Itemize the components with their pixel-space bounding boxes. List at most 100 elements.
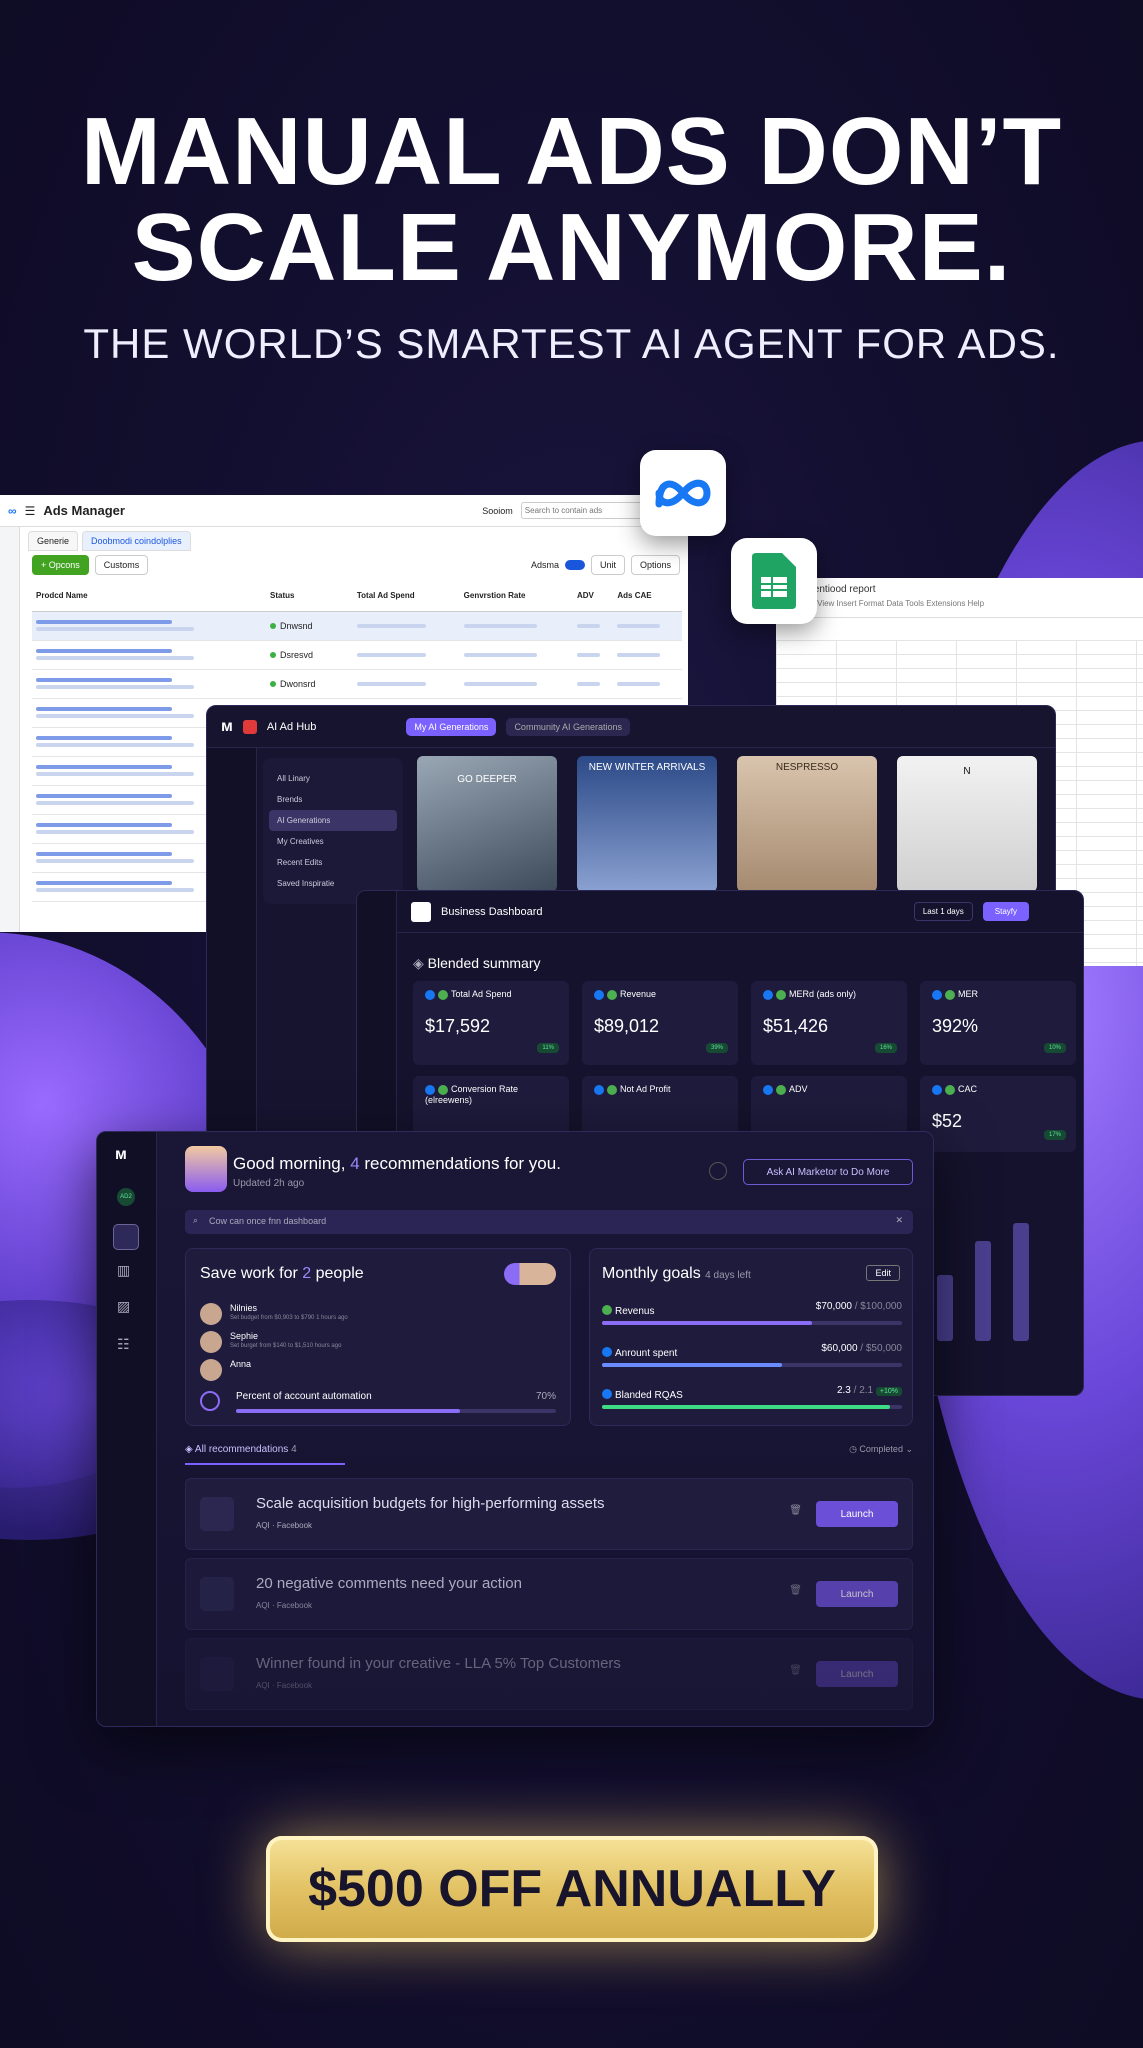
product-sub-bar bbox=[36, 656, 195, 660]
recommendation-card[interactable]: Winner found in your creative - LLA 5% T… bbox=[185, 1638, 913, 1710]
adsma-toggle-label: Adsma bbox=[530, 560, 559, 570]
ai-hub-menu: All Linary Brends AI Generations My Crea… bbox=[263, 758, 403, 904]
tab-active[interactable]: Doobmodi coindolplies bbox=[82, 531, 191, 551]
google-ads-icon bbox=[607, 989, 617, 1000]
tab-my-ai-generations[interactable]: My AI Generations bbox=[406, 717, 497, 736]
person-avatar bbox=[200, 1331, 222, 1353]
person-row[interactable]: Anna bbox=[200, 1359, 540, 1383]
customs-button[interactable]: Customs bbox=[94, 555, 149, 575]
rec-icon bbox=[200, 1577, 234, 1611]
share-button[interactable]: Stayfy bbox=[982, 902, 1029, 921]
toggle[interactable] bbox=[564, 560, 585, 570]
menu-ai-generations[interactable]: AI Generations bbox=[269, 810, 397, 831]
goal-label: Blanded RQAS bbox=[615, 1390, 683, 1401]
creative-thumb-2[interactable]: NEW WINTER ARRIVALS bbox=[577, 756, 717, 892]
spend-cell bbox=[352, 640, 460, 670]
creative-thumb-3[interactable]: NESPRESSO bbox=[737, 756, 877, 892]
home-icon[interactable] bbox=[113, 1224, 139, 1250]
card-change-badge: 39% bbox=[705, 1043, 728, 1053]
goal-icon bbox=[602, 1346, 612, 1357]
product-name-bar bbox=[36, 678, 172, 682]
rec-icon bbox=[200, 1657, 234, 1691]
ask-ai-button[interactable]: Ask AI Marketor to Do More bbox=[743, 1159, 913, 1185]
menu-all-library[interactable]: All Linary bbox=[269, 768, 397, 789]
table-row[interactable]: Dsresvd bbox=[32, 640, 682, 670]
summary-card[interactable]: Total Ad Spend $17,592 11% bbox=[413, 981, 569, 1065]
rec-title: Winner found in your creative - LLA 5% T… bbox=[256, 1655, 621, 1672]
trash-icon[interactable]: 🗑 bbox=[789, 1665, 802, 1676]
menu-brands[interactable]: Brends bbox=[269, 789, 397, 810]
recommendation-card[interactable]: 20 negative comments need your action AQI… bbox=[185, 1558, 913, 1630]
sliders-icon[interactable]: ☷ bbox=[117, 1336, 130, 1353]
ads-manager-title: Ads Manager bbox=[43, 503, 125, 518]
card-value: $52 bbox=[932, 1110, 963, 1131]
options-select[interactable]: Options bbox=[630, 555, 680, 575]
image-icon[interactable]: ▨ bbox=[117, 1298, 130, 1315]
tab-generie[interactable]: Generie bbox=[28, 531, 79, 551]
product-sub-bar bbox=[36, 743, 195, 747]
chart-icon[interactable]: ▥ bbox=[117, 1262, 130, 1279]
ads-manager-header: ∞ ☰ Ads Manager Sooiom 🔔 bbox=[0, 495, 688, 527]
product-name-bar bbox=[36, 794, 172, 798]
goals-title: Monthly goals bbox=[602, 1265, 701, 1282]
table-row[interactable]: Dnwsnd bbox=[32, 611, 682, 641]
col-status[interactable]: Status bbox=[266, 581, 353, 612]
close-icon[interactable]: ✕ bbox=[895, 1215, 903, 1226]
settings-icon[interactable] bbox=[709, 1162, 727, 1180]
rec-title: Scale acquisition budgets for high-perfo… bbox=[256, 1495, 605, 1512]
facebook-icon bbox=[425, 989, 435, 1000]
cell-bar bbox=[617, 652, 660, 657]
account-badge[interactable]: AD2 bbox=[117, 1188, 135, 1206]
product-name-bar bbox=[36, 649, 172, 653]
col-adv[interactable]: ADV bbox=[572, 581, 614, 612]
options-button[interactable]: + Opcons bbox=[32, 555, 89, 575]
col-product[interactable]: Prodcd Name bbox=[32, 581, 266, 612]
creative-thumb-1[interactable]: GO DEEPER bbox=[417, 756, 557, 892]
summary-card[interactable]: MER 392% 10% bbox=[920, 981, 1076, 1065]
recs-tab[interactable]: ◈ All recommendations 4 bbox=[185, 1444, 345, 1465]
discount-banner[interactable]: $500 OFF ANNUALLY bbox=[266, 1836, 878, 1942]
launch-button[interactable]: Launch bbox=[816, 1661, 898, 1687]
edit-button[interactable]: Edit bbox=[866, 1265, 900, 1281]
col-spend[interactable]: Total Ad Spend bbox=[352, 581, 460, 612]
col-cae[interactable]: Ads CAE bbox=[613, 581, 682, 612]
person-row[interactable]: Sephie Set burget from $140 to $1,510 hou… bbox=[200, 1331, 540, 1355]
card-value: $51,426 bbox=[763, 1015, 829, 1036]
summary-card[interactable]: CAC $52 17% bbox=[920, 1076, 1076, 1152]
col-rate[interactable]: Genvrstion Rate bbox=[459, 581, 573, 612]
product-sub-bar bbox=[36, 801, 195, 805]
cell-bar bbox=[356, 623, 427, 628]
cell-bar bbox=[576, 623, 600, 628]
status-text: Dnwsnd bbox=[280, 620, 313, 631]
launch-button[interactable]: Launch bbox=[816, 1501, 898, 1527]
adv-cell bbox=[572, 640, 614, 670]
launch-button[interactable]: Launch bbox=[816, 1581, 898, 1607]
recommendation-card[interactable]: Scale acquisition budgets for high-perfo… bbox=[185, 1478, 913, 1550]
ads-manager-tabs: Generie Doobmodi coindolplies bbox=[28, 531, 191, 551]
recs-icon: ◈ bbox=[185, 1444, 195, 1455]
unit-select[interactable]: Unit bbox=[590, 555, 625, 575]
trash-icon[interactable]: 🗑 bbox=[789, 1505, 802, 1516]
subheadline: THE WORLD’S SMARTEST AI AGENT FOR ADS. bbox=[83, 320, 1060, 367]
search-bar[interactable]: ⌕ Cow can once fnn dashboard ✕ bbox=[185, 1210, 913, 1234]
menu-recent-edits[interactable]: Recent Edits bbox=[269, 852, 397, 873]
tab-community-generations[interactable]: Community AI Generations bbox=[506, 717, 630, 736]
completed-filter[interactable]: ◷ Completed ⌄ bbox=[849, 1444, 913, 1455]
menu-icon[interactable]: ☰ bbox=[25, 504, 36, 518]
table-row[interactable]: Dwonsrd bbox=[32, 669, 682, 699]
range-select[interactable]: Last 1 days bbox=[913, 902, 973, 921]
layers-icon: ◈ bbox=[413, 955, 428, 971]
summary-card[interactable]: Revenue $89,012 39% bbox=[582, 981, 738, 1065]
goal-value-wrap: 2.3 / 2.1 +10% bbox=[837, 1385, 902, 1396]
header-extra: Sooiom bbox=[482, 505, 513, 516]
menu-my-creatives[interactable]: My Creatives bbox=[269, 831, 397, 852]
search-placeholder: Cow can once fnn dashboard bbox=[209, 1216, 327, 1226]
trash-icon[interactable]: 🗑 bbox=[789, 1585, 802, 1596]
summary-card[interactable]: MERd (ads only) $51,426 16% bbox=[751, 981, 907, 1065]
greeting-pre: Good morning, bbox=[233, 1154, 351, 1173]
goal-value-wrap: $60,000 / $50,000 bbox=[821, 1343, 902, 1354]
creative-thumb-4[interactable]: N bbox=[897, 756, 1037, 892]
person-row[interactable]: Nilnies Set budget from $0,903 to $790 1 … bbox=[200, 1303, 540, 1327]
person-avatar bbox=[200, 1359, 222, 1381]
status-cell: Dsresvd bbox=[266, 640, 353, 670]
